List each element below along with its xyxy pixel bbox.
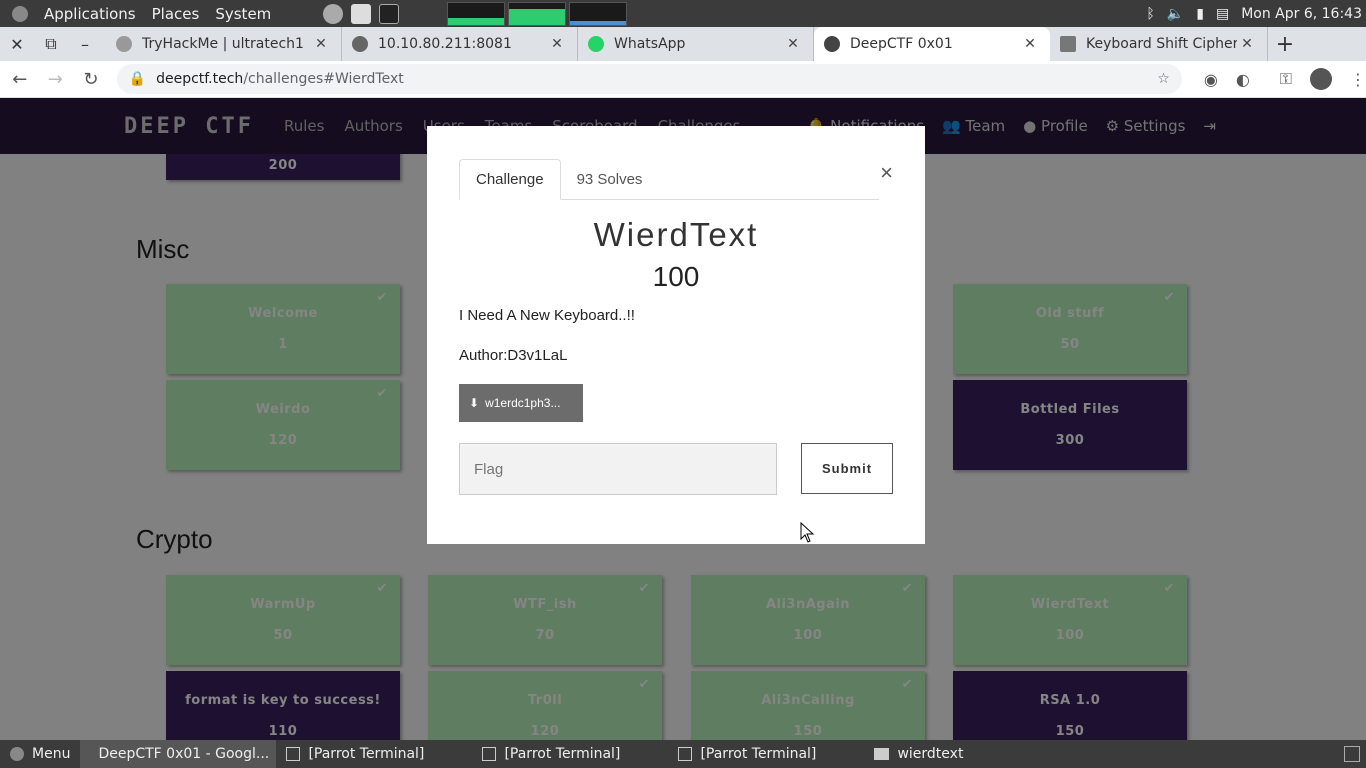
file-download-button[interactable]: ⬇ w1erdc1ph3...	[459, 384, 583, 422]
places-menu[interactable]: Places	[152, 5, 200, 23]
reload-button[interactable]: ↻	[75, 63, 107, 95]
tab-challenge[interactable]: Challenge	[459, 159, 561, 200]
close-tab-icon[interactable]: ✕	[547, 36, 567, 52]
tab-solves[interactable]: 93 Solves	[561, 159, 659, 200]
lock-icon: 🔒	[128, 71, 147, 87]
submit-button[interactable]: Submit	[801, 443, 893, 494]
taskbar: Menu DeepCTF 0x01 - Googl... [Parrot Ter…	[0, 740, 1366, 768]
modal-tabs: Challenge 93 Solves	[459, 159, 879, 200]
cipher-icon	[1060, 36, 1076, 52]
extension-icon[interactable]: ◉	[1204, 70, 1218, 89]
folder-icon	[874, 748, 890, 760]
tab-whatsapp[interactable]: WhatsApp ✕	[578, 27, 814, 61]
more-menu-icon[interactable]: ⋮	[1350, 70, 1366, 89]
tab-strip: ✕ ⧉ – TryHackMe | ultratech1 ✕ 10.10.80.…	[0, 27, 1366, 61]
globe-icon	[352, 36, 368, 52]
tab-ip-8081[interactable]: 10.10.80.211:8081 ✕	[342, 27, 578, 61]
firefox-launcher-icon[interactable]	[323, 3, 344, 24]
profile-avatar[interactable]	[1309, 68, 1332, 90]
address-bar[interactable]: 🔒 deepctf.tech/challenges#WierdText ☆	[116, 64, 1182, 94]
taskbar-item-terminal[interactable]: [Parrot Terminal]	[668, 740, 864, 768]
taskbar-item-terminal[interactable]: [Parrot Terminal]	[276, 740, 472, 768]
system-panel: Applications Places System ᛒ 🔈 ▮ ▤ Mon A…	[0, 0, 1366, 27]
flag-input[interactable]	[459, 443, 777, 495]
show-desktop-icon[interactable]	[1344, 746, 1360, 762]
memory-graph	[508, 1, 567, 26]
window-restore-button[interactable]: ⧉	[34, 27, 68, 61]
volume-icon[interactable]: 🔈	[1167, 6, 1184, 22]
terminal-launcher-icon[interactable]	[379, 3, 400, 24]
key-icon[interactable]: ⚿	[1280, 69, 1292, 89]
mouse-pointer-icon	[800, 522, 815, 543]
clock[interactable]: Mon Apr 6, 16:43	[1241, 6, 1362, 22]
taskbar-item-terminal[interactable]: [Parrot Terminal]	[472, 740, 668, 768]
window-minimize-button[interactable]: –	[68, 27, 102, 61]
challenge-description: I Need A New Keyboard..!!	[459, 307, 635, 324]
download-icon: ⬇	[469, 396, 480, 410]
cpu-graph	[447, 1, 506, 26]
parrot-logo-icon[interactable]	[12, 5, 28, 22]
taskbar-item-folder[interactable]: wierdtext	[864, 740, 973, 768]
close-tab-icon[interactable]: ✕	[1237, 36, 1257, 52]
menu-icon	[10, 747, 24, 761]
close-icon[interactable]: ×	[880, 160, 893, 186]
close-tab-icon[interactable]: ✕	[311, 36, 331, 52]
cloud-icon	[116, 36, 132, 52]
deepctf-icon	[824, 36, 840, 52]
challenge-points: 100	[652, 261, 700, 292]
forward-button[interactable]: →	[40, 63, 72, 95]
applications-menu[interactable]: Applications	[44, 5, 136, 23]
bluetooth-icon[interactable]: ᛒ	[1146, 6, 1154, 22]
star-icon[interactable]: ☆	[1157, 71, 1170, 87]
terminal-icon	[482, 747, 497, 761]
close-tab-icon[interactable]: ✕	[783, 36, 803, 52]
tab-keyboard-cipher[interactable]: Keyboard Shift Cipher - S ✕	[1050, 27, 1268, 61]
new-tab-button[interactable]: +	[1268, 27, 1302, 61]
challenge-modal: Challenge 93 Solves × WierdText 100 I Ne…	[427, 126, 925, 544]
start-menu-button[interactable]: Menu	[0, 740, 80, 768]
network-graph	[569, 1, 628, 26]
taskbar-item-chrome[interactable]: DeepCTF 0x01 - Googl...	[80, 740, 277, 768]
text-editor-launcher-icon[interactable]	[351, 3, 372, 24]
close-tab-icon[interactable]: ✕	[1020, 36, 1040, 52]
whatsapp-icon	[588, 36, 604, 52]
network-signal-icon[interactable]: ▮	[1196, 6, 1204, 22]
incognito-icon[interactable]: ◐	[1236, 70, 1250, 89]
back-button[interactable]: ←	[4, 63, 36, 95]
challenge-title: WierdText	[593, 216, 759, 253]
address-toolbar: ← → ↻ 🔒 deepctf.tech/challenges#WierdTex…	[0, 61, 1366, 98]
terminal-icon	[286, 747, 301, 761]
terminal-icon	[678, 747, 693, 761]
challenge-author: Author:D3v1LaL	[459, 347, 568, 364]
window-close-button[interactable]: ✕	[0, 27, 34, 61]
tab-deepctf[interactable]: DeepCTF 0x01 ✕	[814, 27, 1050, 61]
clipboard-icon[interactable]: ▤	[1216, 6, 1229, 22]
tab-tryhackme[interactable]: TryHackMe | ultratech1 ✕	[106, 27, 342, 61]
system-menu[interactable]: System	[215, 5, 271, 23]
